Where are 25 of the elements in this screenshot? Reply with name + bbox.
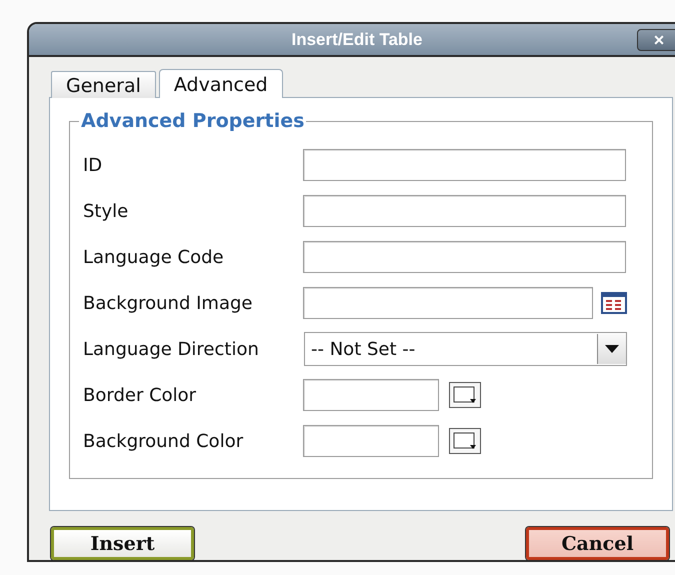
cancel-button[interactable]: Cancel xyxy=(526,527,669,560)
field-label: Background Color xyxy=(83,430,244,452)
color-picker-button[interactable] xyxy=(449,382,481,408)
field-label: Border Color xyxy=(83,384,198,406)
input-field[interactable] xyxy=(303,287,593,319)
input-field[interactable] xyxy=(303,149,626,181)
field-label: Background Image xyxy=(83,292,254,314)
tab[interactable]: Advanced xyxy=(158,69,283,98)
direction-dropdown[interactable]: -- Not Set -- xyxy=(304,332,627,366)
input-field[interactable] xyxy=(303,379,439,411)
field-label: Language Code xyxy=(83,246,225,268)
close-button[interactable]: × xyxy=(637,29,675,51)
window-title: Insert/Edit Table xyxy=(292,30,422,50)
input-field[interactable] xyxy=(303,425,439,457)
field-label: Language Direction xyxy=(83,338,260,360)
insert-button[interactable]: Insert xyxy=(51,527,194,560)
caret-icon xyxy=(605,345,619,353)
field-label: Style xyxy=(83,200,130,222)
input-field[interactable] xyxy=(303,241,626,273)
group-legend: Advanced Properties xyxy=(79,110,306,132)
field-label: ID xyxy=(83,154,104,176)
tab[interactable]: General xyxy=(51,71,156,98)
browse-icon[interactable] xyxy=(601,292,627,314)
input-field[interactable] xyxy=(303,195,626,227)
color-picker-button[interactable] xyxy=(449,428,481,454)
